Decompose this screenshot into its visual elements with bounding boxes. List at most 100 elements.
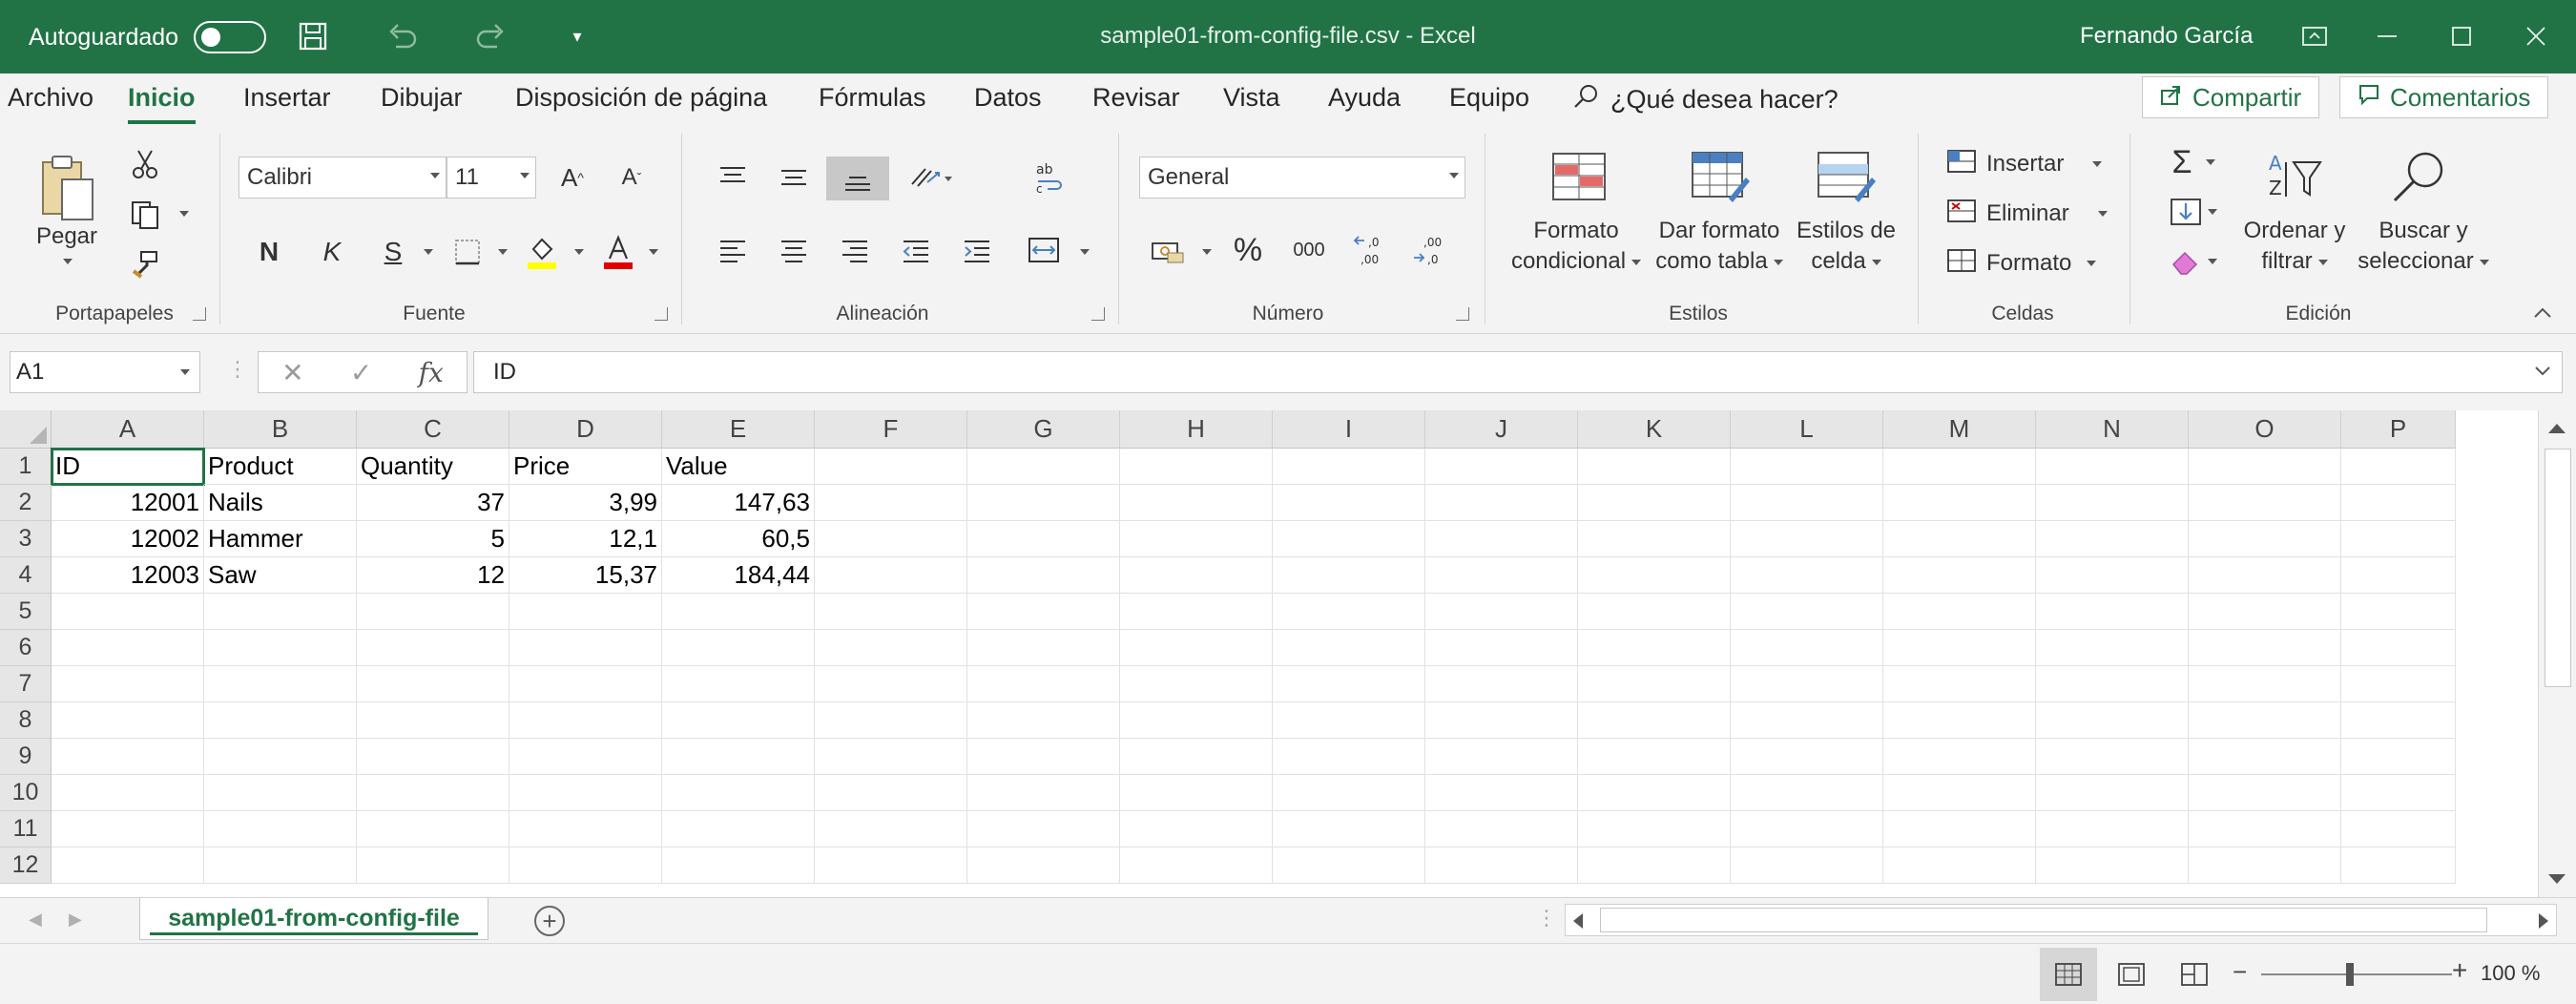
cell-G4[interactable]	[967, 557, 1120, 594]
cell-M9[interactable]	[1883, 739, 2036, 775]
cell-styles-label-1[interactable]: Estilos de	[1784, 216, 1908, 246]
cell-M12[interactable]	[1883, 847, 2036, 884]
cell-L9[interactable]	[1731, 739, 1883, 775]
sort-filter-icon[interactable]: AZ	[2261, 145, 2328, 208]
scroll-down-icon[interactable]	[2548, 874, 2566, 884]
cell-I1[interactable]	[1273, 449, 1425, 485]
cell-C11[interactable]	[357, 811, 509, 847]
row-header[interactable]: 4	[0, 557, 52, 594]
cell-C4[interactable]: 12	[357, 557, 509, 594]
cell-O5[interactable]	[2189, 594, 2341, 630]
cell-M4[interactable]	[1883, 557, 2036, 594]
cell-J4[interactable]	[1425, 557, 1578, 594]
cell-A9[interactable]	[52, 739, 204, 775]
cell-M3[interactable]	[1883, 521, 2036, 557]
cell-D2[interactable]: 3,99	[509, 485, 662, 521]
cell-F2[interactable]	[815, 485, 967, 521]
cell-A5[interactable]	[52, 594, 204, 630]
font-color-icon[interactable]	[597, 229, 639, 275]
font-size-select[interactable]: 11	[447, 157, 536, 199]
page-layout-view-icon[interactable]	[2103, 948, 2160, 1001]
cell-J1[interactable]	[1425, 449, 1578, 485]
cell-C2[interactable]: 37	[357, 485, 509, 521]
cell-E3[interactable]: 60,5	[662, 521, 815, 557]
cell-O12[interactable]	[2189, 847, 2341, 884]
row-header[interactable]: 6	[0, 630, 52, 666]
cell-I9[interactable]	[1273, 739, 1425, 775]
cell-I7[interactable]	[1273, 666, 1425, 702]
cell-N12[interactable]	[2036, 847, 2189, 884]
cell-F3[interactable]	[815, 521, 967, 557]
cell-E11[interactable]	[662, 811, 815, 847]
cell-O6[interactable]	[2189, 630, 2341, 666]
cell-N9[interactable]	[2036, 739, 2189, 775]
cell-H10[interactable]	[1120, 775, 1273, 811]
column-header[interactable]: K	[1578, 410, 1731, 449]
cell-M1[interactable]	[1883, 449, 2036, 485]
cell-K4[interactable]	[1578, 557, 1731, 594]
cell-styles-icon[interactable]	[1813, 147, 1880, 206]
cell-F9[interactable]	[815, 739, 967, 775]
cell-A6[interactable]	[52, 630, 204, 666]
cell-N3[interactable]	[2036, 521, 2189, 557]
scroll-right-icon[interactable]	[2539, 913, 2548, 929]
cell-H1[interactable]	[1120, 449, 1273, 485]
formula-input[interactable]: ID	[473, 351, 2563, 393]
increase-indent-icon[interactable]	[958, 229, 996, 271]
wrap-text-icon[interactable]: ab c	[1028, 157, 1070, 199]
align-middle-icon[interactable]	[775, 158, 813, 197]
cell-A3[interactable]: 12002	[52, 521, 204, 557]
cut-icon[interactable]	[126, 145, 164, 183]
cell-G10[interactable]	[967, 775, 1120, 811]
conditional-format-button[interactable]: condicional	[1500, 246, 1652, 277]
cell-O10[interactable]	[2189, 775, 2341, 811]
cell-L12[interactable]	[1731, 847, 1883, 884]
cell-M5[interactable]	[1883, 594, 2036, 630]
cell-P7[interactable]	[2341, 666, 2456, 702]
copy-icon[interactable]	[124, 195, 166, 233]
column-header[interactable]: C	[357, 410, 509, 449]
insert-function-icon[interactable]: fx	[419, 357, 444, 388]
increase-decimal-icon[interactable]: ,0,00	[1349, 227, 1391, 273]
bold-button[interactable]: N	[250, 231, 288, 273]
cell-N1[interactable]	[2036, 449, 2189, 485]
cell-E5[interactable]	[662, 594, 815, 630]
maximize-icon[interactable]	[2441, 15, 2483, 57]
find-select-icon[interactable]	[2385, 145, 2452, 208]
decrease-indent-icon[interactable]	[897, 229, 935, 271]
scroll-left-icon[interactable]	[1573, 913, 1583, 929]
zoom-in-icon[interactable]: +	[2452, 955, 2467, 986]
fill-color-icon[interactable]	[521, 229, 563, 275]
cell-G7[interactable]	[967, 666, 1120, 702]
cell-I2[interactable]	[1273, 485, 1425, 521]
cell-I3[interactable]	[1273, 521, 1425, 557]
comments-button[interactable]: Comentarios	[2339, 76, 2549, 118]
cell-F11[interactable]	[815, 811, 967, 847]
cell-D10[interactable]	[509, 775, 662, 811]
fill-color-dropdown-icon[interactable]	[567, 239, 586, 265]
column-header[interactable]: A	[52, 410, 204, 449]
minimize-icon[interactable]	[2366, 15, 2408, 57]
number-format-select[interactable]: General	[1139, 157, 1465, 199]
cell-J5[interactable]	[1425, 594, 1578, 630]
cell-P9[interactable]	[2341, 739, 2456, 775]
column-header[interactable]: H	[1120, 410, 1273, 449]
cell-M7[interactable]	[1883, 666, 2036, 702]
column-header[interactable]: O	[2189, 410, 2341, 449]
cell-G9[interactable]	[967, 739, 1120, 775]
row-header[interactable]: 9	[0, 739, 52, 775]
cell-P5[interactable]	[2341, 594, 2456, 630]
borders-icon[interactable]	[448, 231, 487, 273]
select-all-corner[interactable]	[0, 410, 52, 449]
tell-me-search[interactable]: ¿Qué desea hacer?	[1572, 83, 1839, 116]
cell-K12[interactable]	[1578, 847, 1731, 884]
cell-P11[interactable]	[2341, 811, 2456, 847]
tab-insertar[interactable]: Insertar	[243, 83, 331, 113]
cell-C6[interactable]	[357, 630, 509, 666]
cell-L4[interactable]	[1731, 557, 1883, 594]
align-center-icon[interactable]	[775, 229, 813, 271]
horizontal-scroll-thumb[interactable]	[1600, 908, 2487, 932]
merge-dropdown-icon[interactable]	[1072, 239, 1091, 265]
column-header[interactable]: N	[2036, 410, 2189, 449]
font-name-select[interactable]: Calibri	[239, 157, 447, 199]
